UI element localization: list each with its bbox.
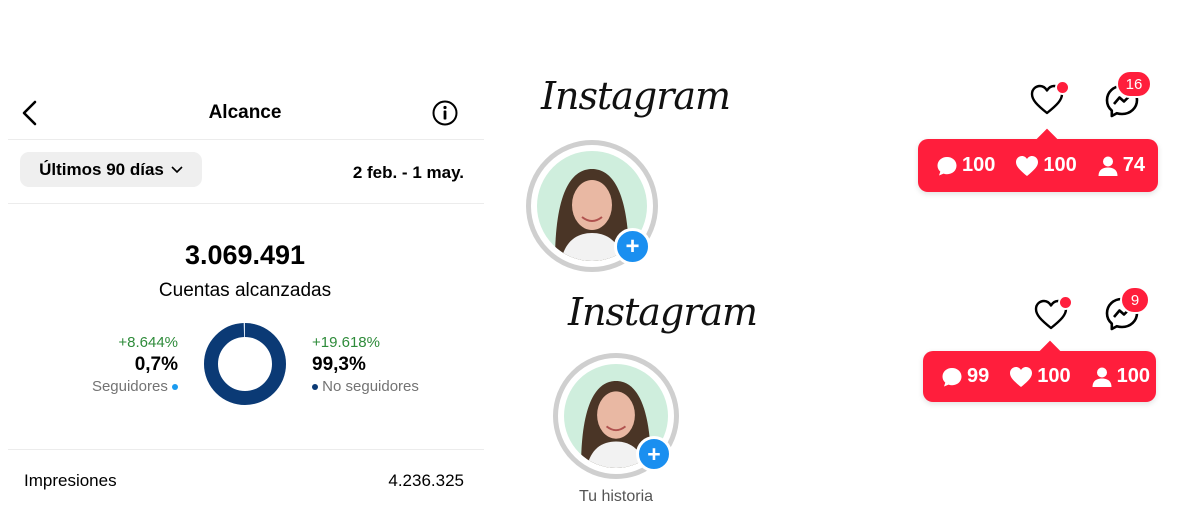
- add-story-button[interactable]: +: [614, 228, 651, 265]
- heart-filled-icon: [1010, 366, 1033, 387]
- activity-dot: [1055, 80, 1070, 95]
- date-range: 2 feb. - 1 may.: [352, 163, 464, 182]
- followers-stat: +8.644% 0,7% Seguidores: [92, 334, 178, 395]
- add-story-button[interactable]: +: [636, 436, 672, 472]
- comment-icon: [937, 156, 957, 175]
- impressions-value: 4.236.325: [388, 471, 464, 490]
- follows-value: 74: [1122, 154, 1145, 176]
- instagram-logo: Instagram: [568, 290, 758, 334]
- person-icon: [1092, 367, 1112, 387]
- non-followers-stat: +19.618% 99,3% No seguidores: [312, 334, 419, 395]
- messages-badge: 16: [1116, 70, 1152, 98]
- divider: [8, 449, 484, 450]
- accounts-reached-label: Cuentas alcanzadas: [158, 280, 332, 301]
- divider: [8, 203, 484, 204]
- followers-label: Seguidores: [91, 378, 168, 395]
- likes-value: 100: [1037, 365, 1071, 387]
- non-followers-change: +19.618%: [312, 334, 380, 351]
- activity-dot: [1058, 295, 1073, 310]
- donut-segment-non-followers: [204, 323, 286, 405]
- activity-notification-bubble[interactable]: 99 100 100: [923, 340, 1156, 402]
- likes-count: 100: [1015, 154, 1077, 177]
- non-followers-percent: 99,3%: [312, 354, 366, 375]
- bubble-caret: [1035, 128, 1059, 152]
- info-icon[interactable]: [432, 100, 458, 126]
- likes-value: 100: [1043, 154, 1077, 176]
- bubble-caret: [1038, 340, 1062, 364]
- instagram-logo: Instagram: [541, 74, 731, 118]
- accounts-reached-value: 3.069.491: [184, 240, 306, 270]
- reach-insights-panel: Alcance Últimos 90 días 2 feb. - 1 may. …: [0, 0, 490, 520]
- impressions-label: Impresiones: [24, 471, 117, 490]
- non-followers-label: No seguidores: [322, 378, 419, 395]
- heart-filled-icon: [1016, 155, 1039, 176]
- non-followers-legend-dot: [312, 384, 318, 391]
- messages-badge: 9: [1120, 286, 1150, 314]
- comments-count: 100: [936, 154, 995, 177]
- followers-change: +8.644%: [118, 334, 178, 351]
- period-label: Últimos 90 días: [39, 159, 164, 179]
- chevron-down-icon: [171, 165, 183, 173]
- reach-donut-chart: [204, 323, 286, 405]
- activity-notification-bubble[interactable]: 100 100 74: [918, 128, 1158, 192]
- comment-icon: [942, 367, 962, 386]
- follows-count: 100: [1091, 365, 1150, 388]
- page-title: Alcance: [208, 102, 282, 123]
- followers-legend-dot: [172, 384, 178, 391]
- comments-count: 99: [941, 365, 989, 388]
- story-label: Tu historia: [578, 488, 654, 505]
- comments-value: 100: [962, 154, 996, 176]
- follows-value: 100: [1116, 365, 1150, 387]
- comments-value: 99: [967, 365, 990, 387]
- divider: [8, 139, 484, 140]
- period-dropdown[interactable]: Últimos 90 días: [20, 152, 202, 187]
- person-icon: [1098, 156, 1118, 176]
- likes-count: 100: [1009, 365, 1071, 388]
- follows-count: 74: [1097, 154, 1145, 177]
- followers-percent: 0,7%: [134, 354, 178, 375]
